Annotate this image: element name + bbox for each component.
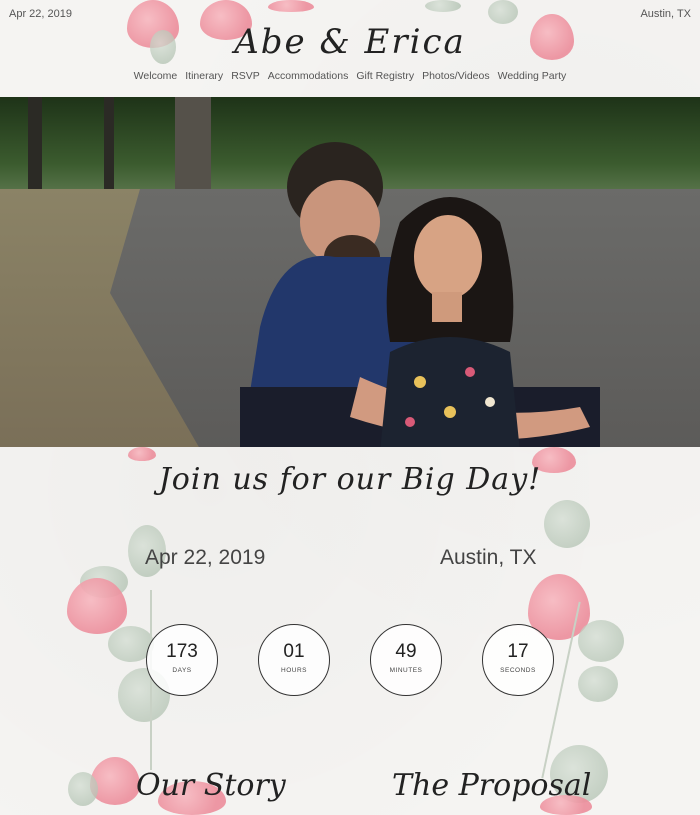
countdown-hours-value: 01: [283, 641, 305, 662]
tree-trunk: [175, 97, 211, 192]
header-date: Apr 22, 2019: [9, 8, 72, 20]
our-story-heading: Our Story: [136, 768, 286, 803]
countdown-seconds-label: SECONDS: [500, 667, 536, 674]
countdown-seconds-value: 17: [507, 641, 529, 662]
leaf-decoration: [578, 666, 618, 702]
event-heading: Join us for our Big Day!: [158, 462, 542, 497]
tree-trunk: [28, 97, 42, 192]
petal-decoration: [128, 447, 156, 461]
countdown-days: 173 DAYS: [146, 624, 218, 696]
nav-rsvp[interactable]: RSVP: [231, 70, 260, 82]
hero-photo: [0, 97, 700, 447]
countdown-minutes-value: 49: [395, 641, 417, 662]
nav-accommodations[interactable]: Accommodations: [268, 70, 349, 82]
event-date: Apr 22, 2019: [145, 546, 266, 569]
countdown-hours: 01 HOURS: [258, 624, 330, 696]
countdown-seconds: 17 SECONDS: [482, 624, 554, 696]
event-location: Austin, TX: [440, 546, 537, 569]
countdown-hours-label: HOURS: [281, 667, 307, 674]
header-location: Austin, TX: [640, 8, 691, 20]
leaf-decoration: [544, 500, 590, 548]
countdown-days-value: 173: [166, 641, 198, 662]
site-title[interactable]: Abe & Erica: [0, 22, 700, 62]
nav-gift-registry[interactable]: Gift Registry: [356, 70, 414, 82]
leaf-decoration: [578, 620, 624, 662]
main-nav: Welcome Itinerary RSVP Accommodations Gi…: [0, 70, 700, 82]
couple-woman-figure: [380, 197, 520, 447]
countdown-minutes-label: MINUTES: [389, 667, 423, 674]
nav-itinerary[interactable]: Itinerary: [185, 70, 223, 82]
nav-welcome[interactable]: Welcome: [134, 70, 178, 82]
countdown-minutes: 49 MINUTES: [370, 624, 442, 696]
site-header: Apr 22, 2019 Austin, TX Abe & Erica Welc…: [0, 0, 700, 97]
nav-photos-videos[interactable]: Photos/Videos: [422, 70, 490, 82]
the-proposal-heading: The Proposal: [392, 768, 592, 803]
countdown-days-label: DAYS: [172, 667, 192, 674]
nav-wedding-party[interactable]: Wedding Party: [498, 70, 567, 82]
leaf-decoration: [68, 772, 98, 806]
tree-trunk: [104, 97, 114, 192]
